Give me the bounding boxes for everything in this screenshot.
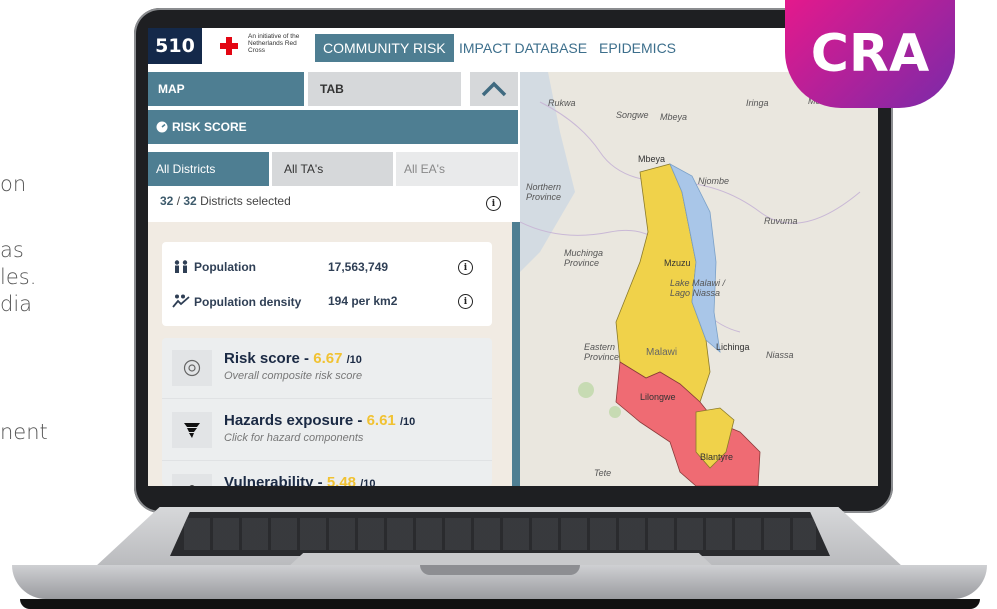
chevron-up-icon <box>481 81 507 97</box>
population-row: Population <box>172 260 256 274</box>
score-subtitle: Click for hazard components <box>224 432 364 444</box>
score-title-label: Hazards exposure <box>224 412 354 429</box>
park-area <box>609 406 621 418</box>
score-icon-box <box>172 350 212 386</box>
density-row: Population density <box>172 294 301 309</box>
info-icon[interactable]: i <box>458 294 473 309</box>
map-label: Muchinga Province <box>564 248 604 268</box>
score-out-of: /10 <box>346 354 362 366</box>
people-icon <box>189 485 195 486</box>
district-map[interactable]: Rukwa Songwe Mbeya Iringa Morogoro Mbeya… <box>520 72 878 486</box>
score-item-hazards[interactable]: Hazards exposure - 6.61 /10 Click for ha… <box>162 400 492 461</box>
selected-label: Districts selected <box>200 194 291 208</box>
map-label: Niassa <box>766 350 794 360</box>
top-nav: 510 An initiative of the Netherlands Red… <box>148 28 878 68</box>
park-area <box>578 382 594 398</box>
score-title: Hazards exposure - 6.61 /10 <box>224 412 416 429</box>
segment-all-districts[interactable]: All Districts <box>148 152 269 186</box>
risk-score-header[interactable]: RISK SCORE <box>148 110 518 144</box>
selected-total: 32 <box>183 194 197 208</box>
initiative-text: An initiative of the Netherlands Red Cro… <box>248 33 300 54</box>
tab-impact-database[interactable]: IMPACT DATABASE <box>451 34 595 62</box>
segment-all-tas[interactable]: All TA's <box>272 152 393 186</box>
score-icon-box <box>172 412 212 448</box>
side-panel: MAP TAB RISK SCORE All Districts All TA'… <box>148 72 520 486</box>
score-value: 6.61 <box>366 412 396 429</box>
map-label: Eastern Province <box>584 342 620 362</box>
density-value: 194 per km2 <box>328 294 398 308</box>
score-title-label: Risk score <box>224 350 300 367</box>
tab-community-risk[interactable]: COMMUNITY RISK <box>315 34 454 62</box>
selection-summary: 32 / 32 Districts selected <box>160 194 291 208</box>
panel-content: Population 17,563,749 i Population densi… <box>148 222 512 486</box>
510-logo[interactable]: 510 <box>148 28 202 64</box>
score-title: Vulnerability - 5.48 /10 <box>224 474 375 486</box>
gauge-icon <box>156 121 168 133</box>
score-item-risk[interactable]: Risk score - 6.67 /10 Overall composite … <box>162 338 492 399</box>
risk-score-header-label: RISK SCORE <box>172 120 247 134</box>
density-label: Population density <box>194 295 302 309</box>
laptop-base <box>0 507 997 609</box>
tab-view-button[interactable]: TAB <box>308 72 461 106</box>
score-item-vulnerability[interactable]: Vulnerability - 5.48 /10 <box>162 462 492 486</box>
map-label: Malawi <box>646 347 678 358</box>
map-label: Mbeya <box>660 112 688 122</box>
info-icon[interactable]: i <box>486 196 501 211</box>
side-text-line-1: on <box>0 172 27 196</box>
map-label: Iringa <box>746 98 769 108</box>
map-label: Rukwa <box>548 98 576 108</box>
score-out-of: /10 <box>360 478 376 486</box>
map-view-button[interactable]: MAP <box>148 72 304 106</box>
map-label: Songwe <box>616 110 649 120</box>
target-icon <box>183 359 201 377</box>
map-label: Ruvuma <box>764 216 798 226</box>
map-label: Tete <box>594 468 612 478</box>
map-label: Northern Province <box>526 182 562 202</box>
red-cross-icon <box>220 37 238 55</box>
score-list: Risk score - 6.67 /10 Overall composite … <box>162 338 492 486</box>
population-label: Population <box>194 260 256 274</box>
map-label: Blantyre <box>700 452 734 462</box>
keyboard-keys <box>184 518 816 550</box>
tornado-icon <box>184 423 200 438</box>
selected-count: 32 <box>160 194 174 208</box>
side-text-line-4: dia <box>0 292 33 316</box>
score-subtitle: Overall composite risk score <box>224 370 363 382</box>
map-label: Njombe <box>698 176 730 186</box>
map-label: Lake Malawi / Lago Niassa <box>670 278 726 298</box>
score-out-of: /10 <box>399 416 416 428</box>
score-title-label: Vulnerability <box>224 474 314 486</box>
segment-all-eas[interactable]: All EA's <box>396 152 518 186</box>
app-screen: 510 An initiative of the Netherlands Red… <box>148 28 878 486</box>
score-value: 5.48 <box>326 474 357 486</box>
map-label: Mbeya <box>638 154 666 164</box>
side-text-line-3: les. <box>0 265 37 289</box>
population-card: Population 17,563,749 i Population densi… <box>162 242 492 326</box>
cra-badge: CRA <box>785 0 955 108</box>
side-text-line-2: as <box>0 238 24 262</box>
density-icon <box>172 294 190 308</box>
side-text-line-5: nent <box>0 420 48 444</box>
score-value: 6.67 <box>313 350 343 367</box>
laptop-notch <box>420 565 580 575</box>
score-title: Risk score - 6.67 /10 <box>224 350 362 367</box>
score-icon-box <box>172 474 212 486</box>
map-label: Mzuzu <box>664 258 691 268</box>
collapse-button[interactable] <box>470 72 518 106</box>
keyboard <box>170 512 830 556</box>
map-label: Lichinga <box>716 342 750 352</box>
people-icon <box>174 260 188 273</box>
tab-epidemics[interactable]: EPIDEMICS <box>591 34 684 62</box>
map-label: Lilongwe <box>640 392 676 402</box>
population-value: 17,563,749 <box>328 260 389 274</box>
info-icon[interactable]: i <box>458 260 473 275</box>
panel-scrollbar[interactable] <box>512 222 520 486</box>
laptop-shadow <box>20 599 980 609</box>
